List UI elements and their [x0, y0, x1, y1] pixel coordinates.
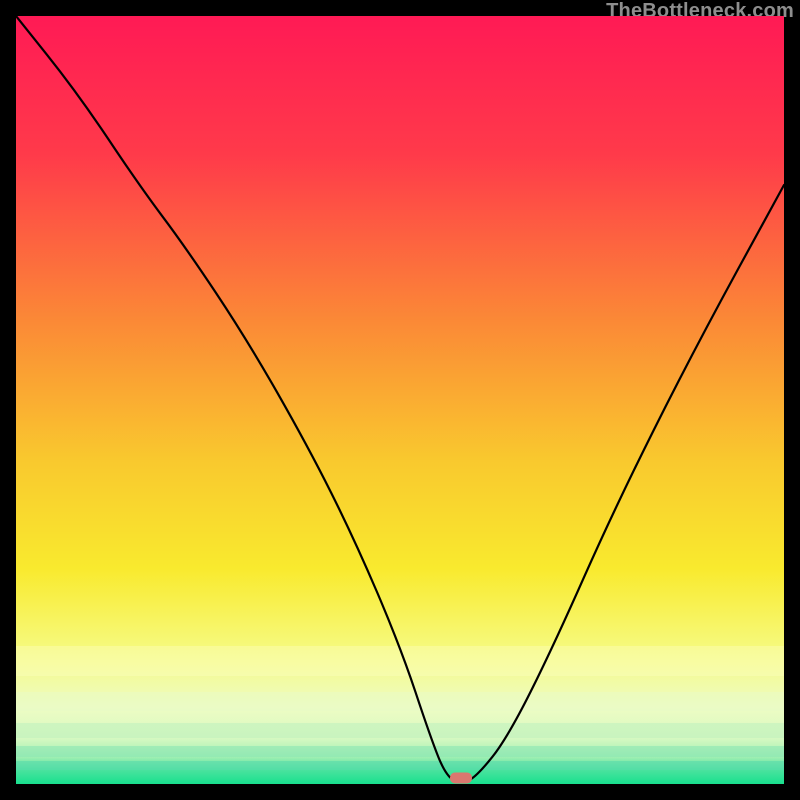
optimal-marker	[450, 772, 472, 783]
gradient-band	[16, 692, 784, 711]
background-gradient	[16, 16, 784, 784]
chart-frame: TheBottleneck.com	[0, 0, 800, 800]
gradient-band	[16, 646, 784, 677]
gradient-band	[16, 723, 784, 738]
gradient-band	[16, 746, 784, 758]
plot-area	[16, 16, 784, 784]
gradient-band	[16, 761, 784, 770]
